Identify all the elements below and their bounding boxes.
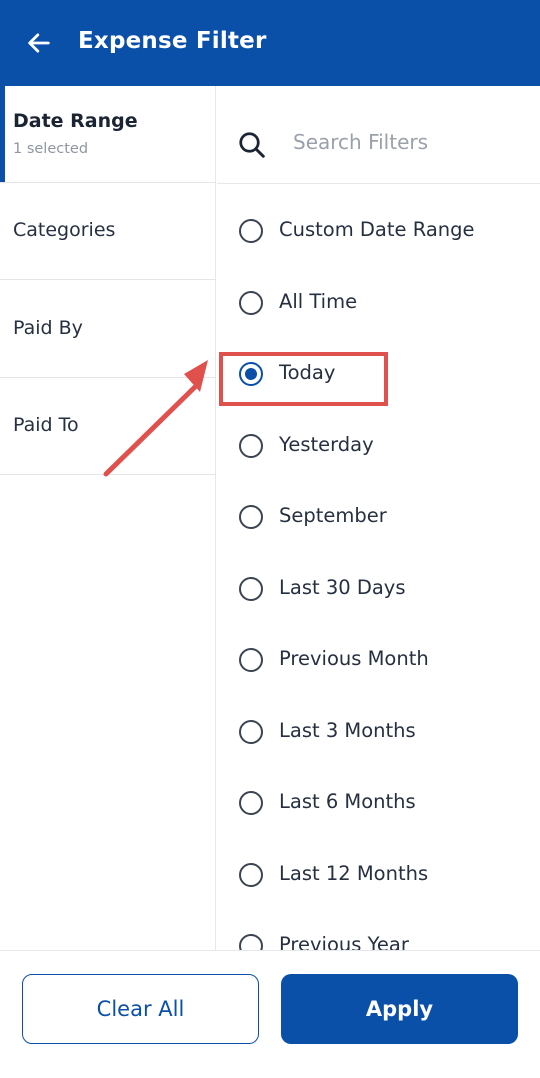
radio-button[interactable]: [239, 863, 263, 887]
radio-button[interactable]: [239, 720, 263, 744]
sidebar-item-label: Paid By: [13, 317, 83, 339]
option-label: September: [279, 504, 387, 527]
search-icon: [239, 132, 265, 158]
option-label: Yesterday: [279, 433, 374, 456]
search-input[interactable]: [293, 130, 523, 154]
search-bar[interactable]: [217, 86, 540, 184]
option-label: Custom Date Range: [279, 218, 475, 241]
radio-option-custom-date-range[interactable]: Custom Date Range: [217, 207, 540, 263]
sidebar-item-date-range[interactable]: Date Range 1 selected: [0, 86, 216, 183]
back-button[interactable]: [22, 26, 56, 60]
option-label: Last 12 Months: [279, 862, 429, 885]
radio-option-previous-year[interactable]: Previous Year: [217, 922, 540, 950]
clear-all-button[interactable]: Clear All: [22, 974, 259, 1044]
radio-button[interactable]: [239, 934, 263, 950]
radio-button[interactable]: [239, 291, 263, 315]
radio-option-last-12-months[interactable]: Last 12 Months: [217, 851, 540, 907]
annotation-highlight-box: [219, 352, 388, 406]
filter-options-panel: Custom Date Range All Time Today Yesterd…: [217, 86, 540, 950]
radio-button[interactable]: [239, 434, 263, 458]
radio-option-september[interactable]: September: [217, 493, 540, 549]
page-title: Expense Filter: [78, 28, 267, 54]
app-bar: Expense Filter: [0, 0, 540, 86]
apply-button[interactable]: Apply: [281, 974, 518, 1044]
radio-option-all-time[interactable]: All Time: [217, 279, 540, 335]
filter-category-sidebar: Date Range 1 selected Categories Paid By…: [0, 86, 216, 950]
footer-actions: Clear All Apply: [0, 950, 540, 1078]
radio-option-previous-month[interactable]: Previous Month: [217, 636, 540, 692]
radio-option-last-6-months[interactable]: Last 6 Months: [217, 779, 540, 835]
radio-button[interactable]: [239, 791, 263, 815]
option-label: Previous Year: [279, 933, 409, 950]
option-label: Last 3 Months: [279, 719, 416, 742]
radio-option-last-3-months[interactable]: Last 3 Months: [217, 708, 540, 764]
sidebar-item-label: Date Range: [13, 110, 138, 132]
sidebar-item-label: Paid To: [13, 414, 79, 436]
option-label: Previous Month: [279, 647, 429, 670]
radio-option-last-30-days[interactable]: Last 30 Days: [217, 565, 540, 621]
selected-count: 1 selected: [13, 141, 89, 157]
active-indicator: [0, 86, 5, 182]
radio-button[interactable]: [239, 577, 263, 601]
radio-button[interactable]: [239, 505, 263, 529]
radio-button[interactable]: [239, 219, 263, 243]
option-label: All Time: [279, 290, 358, 313]
sidebar-item-label: Categories: [13, 219, 116, 241]
radio-button[interactable]: [239, 648, 263, 672]
arrow-left-icon: [28, 33, 50, 53]
sidebar-item-categories[interactable]: Categories: [0, 183, 216, 280]
option-label: Last 6 Months: [279, 790, 416, 813]
option-label: Last 30 Days: [279, 576, 406, 599]
radio-option-yesterday[interactable]: Yesterday: [217, 422, 540, 478]
annotation-arrow-icon: [103, 360, 208, 477]
